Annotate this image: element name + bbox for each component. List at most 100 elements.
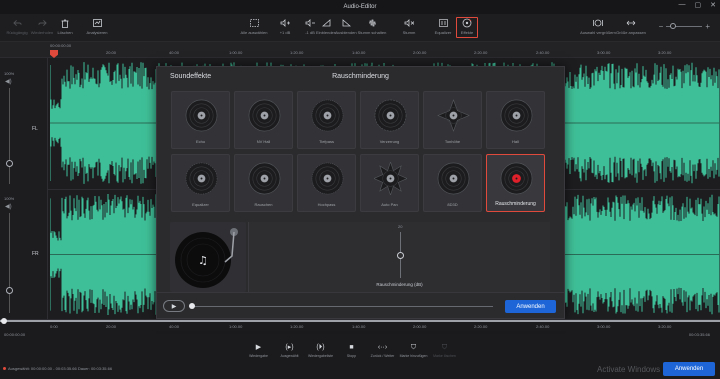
equalizer-icon [438, 18, 448, 28]
preview-progress-track[interactable] [189, 306, 493, 307]
fade-out-icon [341, 18, 351, 28]
play-button[interactable]: ▶ Wiedergabe [243, 343, 274, 363]
volume-up-icon [280, 18, 290, 28]
speaker-icon[interactable]: ◀) [5, 203, 12, 210]
dialog-title: Soundeffekte [170, 73, 212, 80]
effect-nv-hall[interactable]: NV Hall [234, 91, 293, 149]
zoom-slider-knob[interactable] [670, 23, 677, 29]
speaker-icon[interactable]: ◀) [5, 78, 12, 85]
delete-marker-button[interactable]: ⛉ Marke löschen [429, 343, 460, 363]
status-bar: Ausgewählt: 00:00:00.00 - 00:03:35.66 Da… [3, 366, 112, 371]
ruler-tick: 3:00.00 [597, 50, 611, 55]
effect-8d3d[interactable]: 8D3D [423, 154, 482, 212]
effect-label: NV Hall [256, 139, 271, 144]
vinyl-icon [500, 99, 533, 132]
zoom-slider[interactable] [666, 23, 703, 29]
noise-fill-button[interactable]: Stumm schalten [352, 18, 392, 35]
effects-grid: Echo NV Hall Tiefpass Verzerrung Tonhöhe… [171, 91, 549, 217]
effect-equalizer[interactable]: Equalizer [171, 154, 230, 212]
stop-button[interactable]: ■ Stopp [336, 343, 367, 363]
select-all-icon [249, 18, 259, 28]
back-forward-button[interactable]: ‹··› Zurück / Weiter [367, 343, 398, 363]
timeline-ruler[interactable]: 00:00:00.00 20.00 40.00 1:00.00 1:20.00 … [0, 42, 720, 58]
ruler-tick: 2:40.00 [536, 50, 550, 55]
stop-icon: ■ [349, 344, 354, 351]
vinyl-icon [437, 162, 470, 195]
svg-text:♫: ♫ [198, 254, 208, 267]
ruler-tick: 2:20.00 [474, 50, 488, 55]
overview-timeline[interactable]: 0:00 20.00 40.00 1:00.00 1:20.00 1:40.00… [0, 318, 720, 331]
window-title: Audio-Editor [343, 4, 377, 10]
effect-tonhoehe[interactable]: Tonhöhe [423, 91, 482, 149]
overview-tick: 40.00 [169, 324, 180, 329]
zoom-control: − + [659, 22, 710, 31]
dialog-effect-title: Rauschminderung [332, 73, 389, 80]
ruler-tick: 2:00.00 [413, 50, 427, 55]
vinyl-icon [462, 18, 472, 28]
preview-play-button[interactable]: ▶ [163, 300, 185, 312]
volume-track-fl[interactable] [9, 88, 10, 184]
apply-button[interactable]: Anwenden [663, 362, 715, 376]
maximize-button[interactable]: ▢ [695, 1, 702, 9]
effect-rauschen[interactable]: Rauschen [234, 154, 293, 212]
analyze-button[interactable]: Analysieren [77, 18, 117, 35]
vinyl-icon [374, 99, 407, 132]
channel-label-fr: FR [32, 251, 39, 257]
effect-auto-pan[interactable]: Auto Pan [360, 154, 419, 212]
zoom-fit-button[interactable]: Größe anpassen [611, 18, 651, 35]
vinyl-icon [185, 162, 218, 195]
undo-icon [12, 18, 22, 28]
vinyl-icon [248, 162, 281, 195]
play-selection-button[interactable]: (▸) Ausgewählt [274, 343, 305, 363]
volume-knob-fr[interactable] [6, 287, 13, 294]
effect-hochpass[interactable]: Hochpass [297, 154, 356, 212]
volume-track-fr[interactable] [9, 213, 10, 313]
effects-button[interactable]: Effekte [456, 17, 478, 38]
noise-reduction-knob[interactable] [397, 252, 404, 259]
mute-icon [404, 18, 414, 28]
vinyl-icon [311, 99, 344, 132]
db-label: 100% [4, 71, 15, 76]
dialog-apply-button[interactable]: Anwenden [505, 300, 556, 313]
overview-tick: 1:00.00 [229, 324, 243, 329]
overview-tick: 2:00.00 [413, 324, 427, 329]
effect-label: Hochpass [317, 202, 336, 207]
effect-rauschminderung[interactable]: Rauschminderung [486, 154, 545, 212]
overview-progress[interactable] [0, 320, 720, 322]
overview-tick: 1:40.00 [352, 324, 366, 329]
trash-icon [60, 18, 70, 28]
vinyl-icon [374, 162, 407, 195]
effect-label: Equalizer [192, 202, 209, 207]
overview-knob[interactable] [1, 318, 7, 324]
turntable-icon: ♫ [175, 228, 238, 288]
effect-hall[interactable]: Hall [486, 91, 545, 149]
effect-label: Echo [195, 139, 206, 144]
back-forward-icon: ‹··› [377, 344, 388, 351]
toolbar: Rückgängig Wiederholen Löschen Analysier… [0, 14, 720, 42]
waveform-icon [367, 18, 377, 28]
preview-progress-knob[interactable] [189, 303, 195, 309]
play-icon: ▶ [255, 344, 262, 351]
effect-verzerrung[interactable]: Verzerrung [360, 91, 419, 149]
effect-tiefpass[interactable]: Tiefpass [297, 91, 356, 149]
loop-icon: (⏵) [316, 344, 325, 351]
close-button[interactable]: ✕ [710, 1, 716, 9]
position-time: 00:00:00.00 [4, 332, 26, 337]
vinyl-icon [311, 162, 344, 195]
add-marker-button[interactable]: ⛉ Marke hinzufügen [398, 343, 429, 363]
overview-tick: 20.00 [106, 324, 117, 329]
zoom-out-button[interactable]: − [659, 22, 664, 31]
vinyl-icon [185, 99, 218, 132]
minimize-button[interactable]: — [679, 1, 686, 9]
ruler-tick: 1:00.00 [229, 50, 243, 55]
vinyl-icon [437, 99, 470, 132]
db-label: 100% [4, 196, 15, 201]
effect-echo[interactable]: Echo [171, 91, 230, 149]
effect-label: Rauschminderung [495, 201, 536, 207]
zoom-in-button[interactable]: + [705, 22, 710, 31]
status-text: Ausgewählt: 00:00:00.00 - 00:03:35.66 Da… [8, 366, 113, 371]
loop-button[interactable]: (⏵) Wiedergabeliste [305, 343, 336, 363]
volume-knob-fl[interactable] [6, 160, 13, 167]
play-selection-icon: (▸) [285, 344, 294, 351]
effects-dialog: Rauschminderung Soundeffekte Echo NV Hal… [156, 66, 565, 319]
